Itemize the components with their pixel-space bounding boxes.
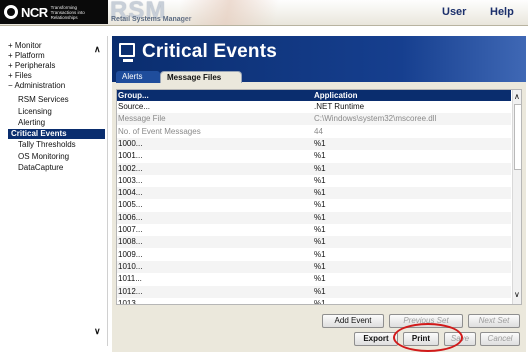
cell-application: %1: [314, 163, 326, 173]
table-scrollbar[interactable]: ∧ ∨: [512, 90, 521, 304]
table-row[interactable]: 1000... %1: [117, 137, 511, 150]
column-header-group[interactable]: Group...: [118, 91, 149, 100]
table-row[interactable]: No. of Event Messages 44: [117, 126, 511, 138]
tab-alerts[interactable]: Alerts: [116, 71, 160, 83]
sidebar-item-platform[interactable]: + Platform: [8, 51, 45, 61]
table-row[interactable]: 1006... %1: [117, 211, 511, 224]
cell-application: %1: [314, 274, 326, 284]
cell-application: %1: [314, 175, 326, 185]
cell-group: Message File: [118, 114, 166, 124]
table-row[interactable]: 1003... %1: [117, 175, 511, 187]
table-row[interactable]: 1010... %1: [117, 260, 511, 273]
title-bar: Critical Events Alerts Message Files: [112, 36, 526, 83]
brand-tagline: Transforming Transactions into Relations…: [50, 4, 85, 20]
cell-group: 1012...: [118, 286, 143, 296]
table-row[interactable]: 1013 %1: [117, 298, 511, 305]
cell-application: %1: [314, 151, 326, 161]
menu-help[interactable]: Help: [490, 6, 514, 18]
sidebar-item-rsm-services[interactable]: RSM Services: [18, 95, 69, 105]
sidebar-scroll-up-icon[interactable]: ∧: [94, 44, 101, 55]
cell-group: 1008...: [118, 237, 143, 247]
cell-application: %1: [314, 212, 326, 222]
cell-application: %1: [314, 200, 326, 210]
table-row[interactable]: Source... .NET Runtime: [117, 101, 511, 113]
cell-application: %1: [314, 249, 326, 259]
sidebar-item-licensing[interactable]: Licensing: [18, 107, 52, 117]
table-row[interactable]: 1011... %1: [117, 273, 511, 285]
page-title: Critical Events: [142, 41, 277, 62]
menu-user[interactable]: User: [442, 6, 466, 18]
sidebar-item-files[interactable]: + Files: [8, 71, 32, 81]
cell-group: 1002...: [118, 163, 143, 173]
cancel-button[interactable]: Cancel: [480, 332, 520, 346]
cell-group: Source...: [118, 102, 151, 111]
cell-group: 1000...: [118, 138, 143, 148]
table-row[interactable]: 1007... %1: [117, 224, 511, 236]
sidebar-item-datacapture[interactable]: DataCapture: [18, 163, 63, 173]
sidebar-item-os-monitoring[interactable]: OS Monitoring: [18, 152, 69, 162]
scroll-thumb[interactable]: [514, 104, 521, 170]
export-button[interactable]: Export: [354, 332, 398, 346]
sidebar-item-alerting[interactable]: Alerting: [18, 118, 45, 128]
cell-group: No. of Event Messages: [118, 126, 201, 136]
table-row[interactable]: 1001... %1: [117, 150, 511, 162]
add-event-button[interactable]: Add Event: [322, 314, 384, 328]
tab-message-files[interactable]: Message Files: [160, 71, 242, 83]
cell-application: %1: [314, 237, 326, 247]
table-row[interactable]: 1004... %1: [117, 187, 511, 200]
cell-application: %1: [314, 286, 326, 296]
events-table: Group... Application Source... .NET Runti…: [116, 89, 522, 305]
ncr-logo-icon: [4, 5, 18, 19]
cell-group: 1003...: [118, 175, 143, 185]
scroll-down-icon[interactable]: ∨: [514, 290, 520, 299]
cell-application: 44: [314, 126, 323, 136]
scroll-up-icon[interactable]: ∧: [514, 92, 520, 101]
sidebar-item-monitor[interactable]: + Monitor: [8, 41, 42, 51]
table-row[interactable]: 1005... %1: [117, 199, 511, 211]
sidebar-item-administration[interactable]: − Administration: [8, 81, 65, 91]
table-row[interactable]: Message File C:\Windows\system32\mscoree.…: [117, 113, 511, 126]
next-set-button[interactable]: Next Set: [468, 314, 520, 328]
cell-group: 1001...: [118, 151, 143, 161]
cell-group: 1009...: [118, 249, 143, 259]
cell-application: %1: [314, 188, 326, 198]
cell-group: 1004...: [118, 188, 143, 198]
cell-group: 1013: [118, 298, 136, 305]
print-button-highlight-circle: [393, 323, 463, 352]
header-decoration: [180, 0, 300, 25]
sidebar-item-tally-thresholds[interactable]: Tally Thresholds: [18, 140, 76, 150]
cell-group: 1005...: [118, 200, 143, 210]
sidebar-scroll-down-icon[interactable]: ∨: [94, 326, 101, 337]
cell-application: %1: [314, 138, 326, 148]
table-row[interactable]: 1012... %1: [117, 285, 511, 298]
cell-group: 1006...: [118, 212, 143, 222]
monitor-icon: [119, 43, 135, 62]
cell-application: C:\Windows\system32\mscoree.dll: [314, 114, 437, 124]
sidebar: ∧ + Monitor + Platform + Peripherals + F…: [0, 36, 108, 346]
ncr-logo: NCR Transforming Transactions into Relat…: [0, 0, 108, 24]
cell-application: %1: [314, 261, 326, 271]
table-header: Group... Application: [117, 90, 511, 101]
cell-application: %1: [314, 298, 326, 305]
brand-name: NCR: [21, 4, 48, 20]
table-row[interactable]: 1009... %1: [117, 249, 511, 261]
cell-application: %1: [314, 225, 326, 234]
cell-group: 1011...: [118, 274, 142, 284]
cell-application: .NET Runtime: [314, 102, 365, 111]
cell-group: 1007...: [118, 225, 143, 234]
sidebar-item-peripherals[interactable]: + Peripherals: [8, 61, 55, 71]
cell-group: 1010...: [118, 261, 143, 271]
table-row[interactable]: 1002... %1: [117, 162, 511, 175]
main-panel: Critical Events Alerts Message Files Gro…: [112, 36, 526, 352]
column-header-application[interactable]: Application: [314, 91, 358, 100]
top-header: NCR Transforming Transactions into Relat…: [0, 0, 528, 26]
table-row[interactable]: 1008... %1: [117, 236, 511, 249]
sidebar-item-critical-events[interactable]: Critical Events: [8, 129, 105, 139]
